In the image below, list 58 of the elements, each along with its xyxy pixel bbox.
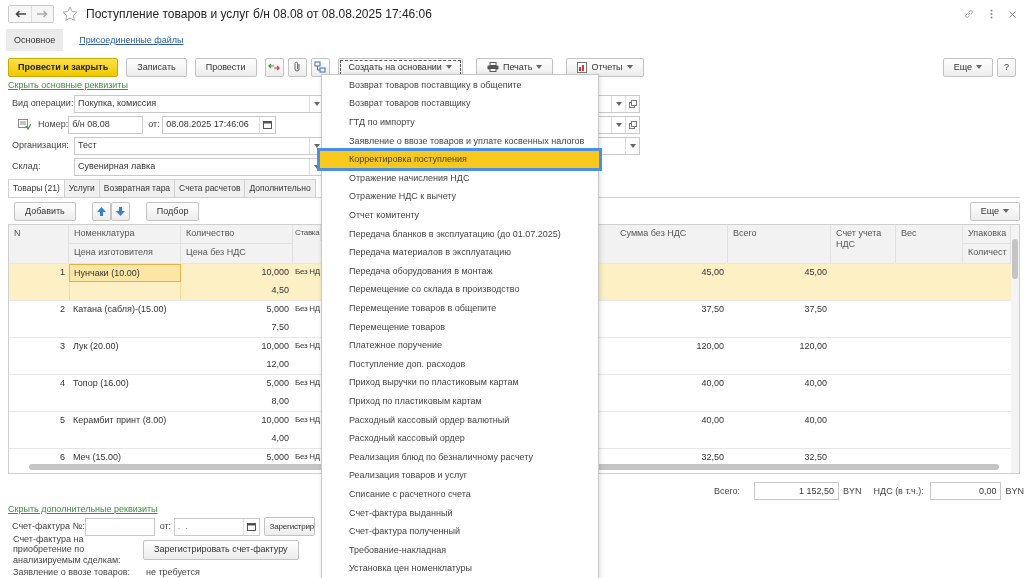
table-cell-text: 40,00	[803, 414, 828, 427]
table-cell-text: 8,00	[270, 395, 290, 408]
table-cell-text: Катана (сабля)-(15.00)	[72, 303, 168, 316]
field-label: Счет-фактура на приобретение по анализируемым сделкам:	[13, 534, 122, 565]
total-label: Всего:	[714, 485, 741, 497]
table-cell-text: 10,000	[260, 340, 290, 353]
field-label: Вид операции:	[12, 98, 74, 109]
table-cell-text: Без НД	[294, 340, 321, 352]
table-cell-text: 5,000	[265, 377, 290, 390]
table-cell-text: Без НД	[294, 451, 321, 463]
field-label: от:	[148, 119, 161, 130]
table-cell-text: 1	[59, 266, 66, 279]
currency-label: BYN	[843, 485, 862, 497]
total-field: 1 152,50	[754, 482, 839, 500]
table-cell-text: 40,00	[700, 414, 725, 427]
window-title: Поступление товаров и услуг б/н 08.08 от 08.08.2025 17:46:06	[86, 6, 432, 22]
table-cell-text: 120,00	[695, 340, 725, 353]
table-cell-text: Топор (16.00)	[72, 377, 130, 390]
field-label: Заявление о ввозе товаров:	[13, 567, 132, 578]
table-cell-text: 10,000	[260, 414, 290, 427]
table-cell-text: Лук (20.00)	[72, 340, 120, 353]
table-cell-text: 45,00	[803, 266, 828, 279]
table-cell-text: 6	[59, 451, 66, 464]
table-cell-text: Без НД	[294, 377, 321, 389]
table-cell-text: Без НД	[294, 414, 321, 426]
field-value: не требуется	[146, 567, 200, 578]
field-label: от:	[159, 521, 173, 532]
table-cell-text: Без НД	[294, 266, 321, 278]
table-cell-text: 5,000	[265, 451, 290, 464]
table-cell-text: 37,50	[803, 303, 828, 316]
table-cell-text: 40,00	[700, 377, 725, 390]
currency-label: BYN	[1005, 485, 1024, 497]
table-cell-text: 4,50	[270, 284, 290, 297]
table-cell-text: 7,50	[270, 321, 290, 334]
table-cell-text: 3	[59, 340, 66, 353]
table-cell: Нунчаки (10.00)	[69, 264, 181, 282]
table-cell-text: 40,00	[803, 377, 828, 390]
table-cell-text: 32,50	[803, 451, 828, 464]
table-cell-text: 32,50	[700, 451, 725, 464]
table-cell-text: 37,50	[700, 303, 725, 316]
vat-label: НДС (в т.ч.):	[873, 485, 924, 497]
table-cell-text: Без НД	[294, 303, 321, 315]
field-label: Склад:	[12, 161, 42, 172]
table-cell-text: 5,000	[265, 303, 290, 316]
vat-field: 0,00	[929, 482, 1002, 500]
table-cell-text: 4	[59, 377, 66, 390]
table-cell-text: Керамбит принт (8.00)	[72, 414, 168, 427]
table-cell-text: 45,00	[700, 266, 725, 279]
field-label: Номер:	[38, 119, 69, 130]
table-cell-text: Меч (15.00)	[72, 451, 122, 464]
table-cell-text: 120,00	[798, 340, 828, 353]
table-cell-text: 2	[59, 303, 66, 316]
table-cell-text: 4,00	[270, 432, 290, 445]
table-cell-text: 10,000	[260, 266, 290, 279]
field-label: Организация:	[12, 140, 70, 151]
field-label: Счет-фактура №:	[12, 521, 85, 532]
table-cell-text: 5	[59, 414, 66, 427]
table-cell-text: 12,00	[265, 358, 290, 371]
